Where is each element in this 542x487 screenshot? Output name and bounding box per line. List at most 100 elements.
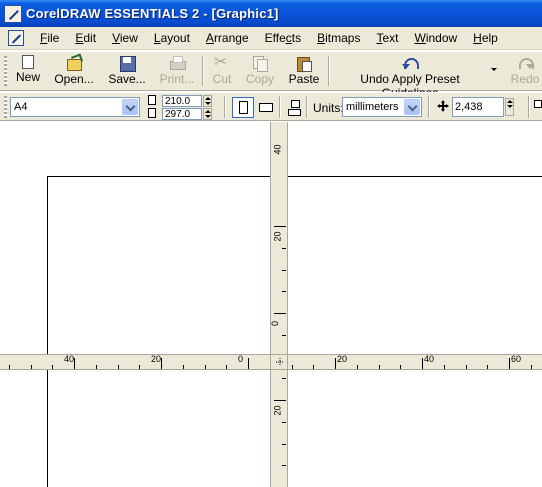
portrait-button[interactable] (232, 97, 254, 118)
ruler-minor-tick (282, 421, 286, 423)
ruler-major-tick (248, 358, 249, 369)
redo-button-label: Redo (510, 72, 540, 86)
chevron-down-icon[interactable] (122, 99, 138, 115)
ruler-minor-tick (356, 365, 358, 369)
propbar-separator (428, 96, 430, 118)
menu-arrange[interactable]: Arrange (198, 28, 257, 48)
toolbar-separator (328, 56, 330, 86)
undo-button[interactable]: Undo Apply Preset Guidelines (336, 54, 484, 100)
vertical-ruler[interactable]: 402002040 (270, 122, 288, 487)
paper-size-select[interactable]: A4 (10, 97, 140, 117)
horizontal-ruler-label: 60 (511, 354, 522, 364)
ruler-minor-tick (30, 365, 32, 369)
ruler-minor-tick (282, 269, 286, 271)
menu-layout[interactable]: Layout (146, 28, 198, 48)
page-layout-button[interactable] (283, 97, 305, 118)
portrait-page-icon (239, 101, 248, 114)
page-height-icon (148, 108, 156, 118)
redo-arrow-icon (517, 55, 534, 71)
vertical-ruler-label: 40 (272, 144, 283, 155)
open-button-label: Open... (54, 72, 94, 86)
horizontal-ruler-label: 40 (424, 354, 435, 364)
propbar-separator (306, 96, 308, 118)
menu-bitmaps[interactable]: Bitmaps (309, 28, 368, 48)
redo-button[interactable]: Redo (508, 54, 542, 88)
ruler-minor-tick (378, 365, 380, 369)
ruler-minor-tick (282, 465, 286, 467)
ruler-minor-tick (291, 365, 293, 369)
units-label: Units: (313, 101, 344, 115)
save-disk-icon (119, 55, 136, 72)
horizontal-ruler-label: 20 (337, 354, 348, 364)
title-bar: CorelDRAW ESSENTIALS 2 - [Graphic1] (0, 0, 542, 27)
new-document-icon (22, 55, 34, 69)
document-icon[interactable] (8, 30, 24, 46)
ruler-minor-tick (8, 365, 10, 369)
vertical-ruler-label: 0 (270, 320, 281, 327)
ruler-corner[interactable] (270, 354, 288, 370)
ruler-minor-tick (204, 365, 206, 369)
cut-button-label: Cut (212, 72, 232, 86)
menu-help[interactable]: Help (465, 28, 506, 48)
page-border-top (47, 176, 542, 177)
ruler-minor-tick (487, 365, 489, 369)
chevron-down-icon[interactable] (404, 99, 420, 115)
ruler-major-tick (161, 358, 162, 369)
paper-size-value: A4 (14, 101, 28, 113)
save-button-label: Save... (108, 72, 146, 86)
menu-view[interactable]: View (104, 28, 146, 48)
page-width-field[interactable]: 210.0 m (162, 95, 202, 118)
nudge-distance-field[interactable]: 2,438 mm (452, 97, 504, 131)
ruler-minor-tick (465, 365, 467, 369)
ruler-minor-tick (400, 365, 402, 369)
coreldraw-app-icon[interactable] (4, 4, 22, 23)
nudge-spinner[interactable] (505, 98, 514, 116)
toolbar-grip[interactable] (4, 56, 7, 86)
paste-button[interactable]: Paste (286, 54, 322, 88)
undo-dropdown-arrow-icon[interactable] (491, 68, 497, 71)
vertical-ruler-label: 20 (272, 405, 283, 416)
new-button-label: New (15, 70, 40, 84)
print-button[interactable]: Print... (158, 54, 196, 88)
open-button[interactable]: Open... (54, 54, 94, 88)
page-height-spinner[interactable] (203, 108, 212, 120)
open-folder-icon (66, 55, 82, 71)
menu-file[interactable]: File (32, 28, 67, 48)
units-value: millimeters (346, 101, 399, 113)
ruler-major-tick (509, 358, 510, 369)
ruler-minor-tick (139, 365, 141, 369)
propbar-grip[interactable] (4, 96, 7, 118)
save-button[interactable]: Save... (106, 54, 148, 88)
ruler-major-tick (422, 358, 423, 369)
horizontal-ruler-label: 0 (238, 354, 244, 364)
ruler-major-tick (274, 400, 286, 401)
cut-button[interactable]: Cut (208, 52, 236, 88)
landscape-page-icon (259, 103, 273, 112)
propbar-separator (224, 96, 226, 118)
landscape-button[interactable] (255, 97, 277, 118)
ruler-origin-icon (276, 358, 284, 366)
ruler-minor-tick (52, 365, 54, 369)
ruler-major-tick (274, 226, 286, 227)
menu-effects[interactable]: Effects (257, 28, 309, 48)
printer-icon (169, 55, 186, 71)
new-button[interactable]: New (12, 54, 44, 88)
ruler-minor-tick (117, 365, 119, 369)
toolbar-separator (202, 56, 204, 86)
standard-toolbar: New Open... Save... Print... Cut Copy Pa… (0, 51, 542, 100)
page-layout-icon-lower (288, 109, 301, 116)
ruler-minor-tick (226, 365, 228, 369)
ruler-minor-tick (95, 365, 97, 369)
page-width-spinner[interactable] (203, 95, 212, 107)
menu-window[interactable]: Window (406, 28, 465, 48)
menu-text[interactable]: Text (368, 28, 406, 48)
copy-button[interactable]: Copy (244, 54, 276, 88)
truncated-toolbar-icon[interactable] (534, 100, 542, 108)
menu-edit[interactable]: Edit (67, 28, 104, 48)
copy-icon (252, 55, 268, 72)
units-select[interactable]: millimeters (342, 97, 422, 117)
ruler-major-tick (274, 313, 286, 314)
property-bar: A4 210.0 m 297.0 m Units: millimeters 2 (0, 92, 542, 131)
page-height-field[interactable]: 297.0 m (162, 108, 202, 131)
scissors-icon (214, 52, 230, 71)
